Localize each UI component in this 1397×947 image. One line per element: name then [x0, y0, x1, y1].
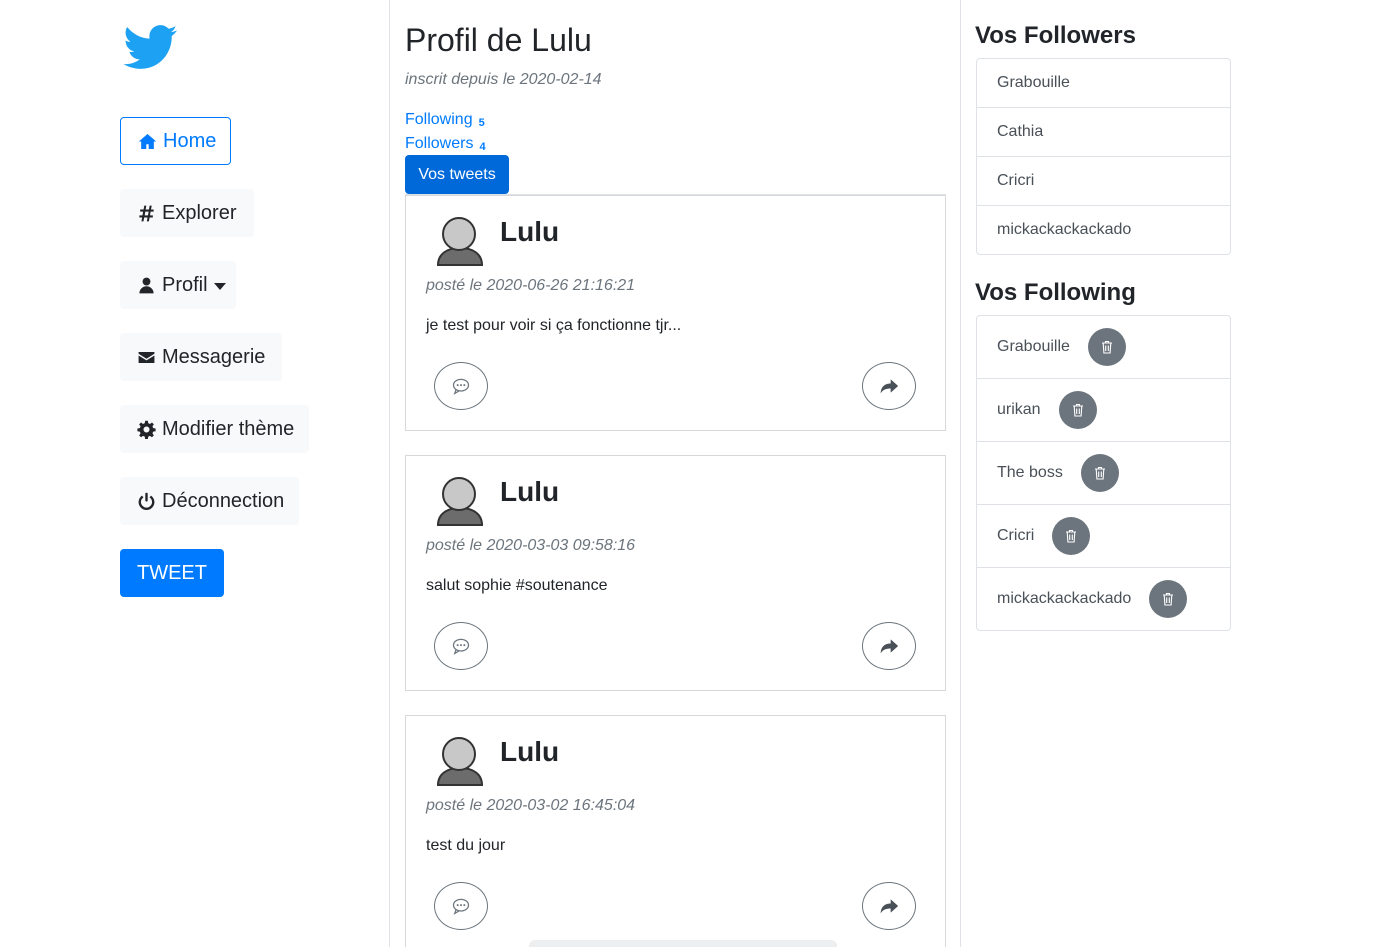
following-title: Vos Following: [975, 279, 1136, 306]
followers-label: Followers: [405, 135, 474, 152]
trash-icon: [1101, 340, 1112, 354]
unfollow-button[interactable]: [1087, 328, 1126, 366]
profile-main: Profil de Lulu inscrit depuis le 2020-02…: [389, 0, 961, 947]
envelope-icon: [138, 351, 155, 363]
user-icon: [139, 277, 154, 293]
nav-profil-dropdown[interactable]: Profil: [120, 261, 236, 309]
unfollow-button[interactable]: [1058, 391, 1097, 429]
share-button[interactable]: [862, 362, 916, 410]
avatar-icon: [436, 217, 484, 266]
following-name[interactable]: The boss: [997, 464, 1063, 482]
tweet-author: Lulu: [500, 736, 560, 767]
nav-modifier-theme-label: Modifier thème: [162, 417, 295, 440]
tab-vos-tweets[interactable]: Vos tweets: [405, 155, 509, 194]
nav-home-button[interactable]: Home: [120, 117, 231, 165]
avatar-icon: [436, 477, 484, 526]
nav-deconnection-label: Déconnection: [162, 489, 285, 512]
scroll-indicator: [529, 940, 837, 947]
share-icon: [880, 639, 899, 654]
unfollow-button[interactable]: [1080, 454, 1119, 492]
follower-name: mickackackackado: [997, 221, 1132, 238]
following-label: Following: [405, 111, 473, 128]
follower-name: Grabouille: [997, 74, 1070, 91]
following-list: Grabouille urikan The boss Cricri mickac…: [976, 315, 1231, 631]
following-item: mickackackackado: [977, 567, 1230, 630]
following-item: urikan: [977, 378, 1230, 441]
avatar-icon: [436, 737, 484, 786]
nav-messagerie-label: Messagerie: [162, 345, 266, 368]
comment-button[interactable]: [434, 362, 488, 410]
tweet-button[interactable]: TWEET: [120, 549, 224, 597]
gear-icon: [137, 420, 156, 439]
registration-date: inscrit depuis le 2020-02-14: [405, 71, 602, 88]
follower-item[interactable]: mickackackackado: [977, 205, 1230, 254]
unfollow-button[interactable]: [1052, 517, 1091, 555]
nav-modifier-theme-button[interactable]: Modifier thème: [120, 405, 309, 453]
following-link[interactable]: Following 5: [405, 111, 485, 129]
trash-icon: [1066, 529, 1077, 543]
tweet-author: Lulu: [500, 476, 560, 507]
unfollow-button[interactable]: [1149, 580, 1188, 618]
twitter-bird-icon[interactable]: [120, 20, 182, 74]
comment-icon: [452, 378, 470, 395]
nav-explorer-button[interactable]: Explorer: [120, 189, 254, 237]
nav-explorer-label: Explorer: [162, 201, 237, 224]
nav-home-label: Home: [163, 129, 217, 152]
comment-icon: [452, 638, 470, 655]
trash-icon: [1072, 403, 1083, 417]
trash-icon: [1094, 466, 1105, 480]
tweet-card: Lulu posté le 2020-06-26 21:16:21 je tes…: [405, 195, 946, 431]
left-sidebar: Home Explorer Profil Messagerie Modifier…: [0, 0, 389, 947]
following-name[interactable]: Cricri: [997, 527, 1034, 545]
nav-deconnection-button[interactable]: Déconnection: [120, 477, 299, 525]
following-name[interactable]: urikan: [997, 401, 1041, 419]
caret-down-icon: [213, 282, 226, 290]
tweet-card: Lulu posté le 2020-03-02 16:45:04 test d…: [405, 715, 946, 947]
following-item: The boss: [977, 441, 1230, 504]
comment-button[interactable]: [434, 882, 488, 930]
tweet-date: posté le 2020-06-26 21:16:21: [426, 277, 636, 294]
tweet-date: posté le 2020-03-03 09:58:16: [426, 537, 636, 554]
follower-item[interactable]: Cricri: [977, 156, 1230, 205]
trash-icon: [1163, 592, 1174, 606]
follower-item[interactable]: Grabouille: [977, 59, 1230, 107]
share-button[interactable]: [862, 622, 916, 670]
power-icon: [138, 492, 155, 510]
following-count: 5: [478, 117, 485, 129]
following-item: Grabouille: [977, 316, 1230, 378]
tweet-date: posté le 2020-03-02 16:45:04: [426, 797, 636, 814]
tweet-text: je test pour voir si ça fonctionne tjr..…: [426, 317, 682, 334]
share-icon: [880, 379, 899, 394]
right-panel: Vos Followers Grabouille Cathia Cricri m…: [961, 0, 1397, 947]
follower-name: Cricri: [997, 172, 1035, 189]
followers-list: Grabouille Cathia Cricri mickackackackad…: [976, 58, 1231, 255]
share-button[interactable]: [862, 882, 916, 930]
followers-title: Vos Followers: [975, 22, 1136, 49]
followers-link[interactable]: Followers 4: [405, 135, 486, 153]
nav-profil-label: Profil: [162, 273, 208, 296]
following-name[interactable]: Grabouille: [997, 338, 1070, 356]
nav-messagerie-button[interactable]: Messagerie: [120, 333, 282, 381]
page-title: Profil de Lulu: [405, 22, 592, 58]
comment-icon: [452, 898, 470, 915]
follower-item[interactable]: Cathia: [977, 107, 1230, 156]
tweet-card: Lulu posté le 2020-03-03 09:58:16 salut …: [405, 455, 946, 691]
follower-name: Cathia: [997, 123, 1044, 140]
share-icon: [880, 899, 899, 914]
home-icon: [138, 133, 157, 149]
comment-button[interactable]: [434, 622, 488, 670]
followers-count: 4: [479, 141, 486, 153]
tweet-text: test du jour: [426, 837, 506, 854]
hashtag-icon: [139, 205, 154, 221]
tweet-author: Lulu: [500, 216, 560, 247]
tweet-text: salut sophie #soutenance: [426, 577, 608, 594]
following-name[interactable]: mickackackackado: [997, 590, 1131, 608]
following-item: Cricri: [977, 504, 1230, 567]
